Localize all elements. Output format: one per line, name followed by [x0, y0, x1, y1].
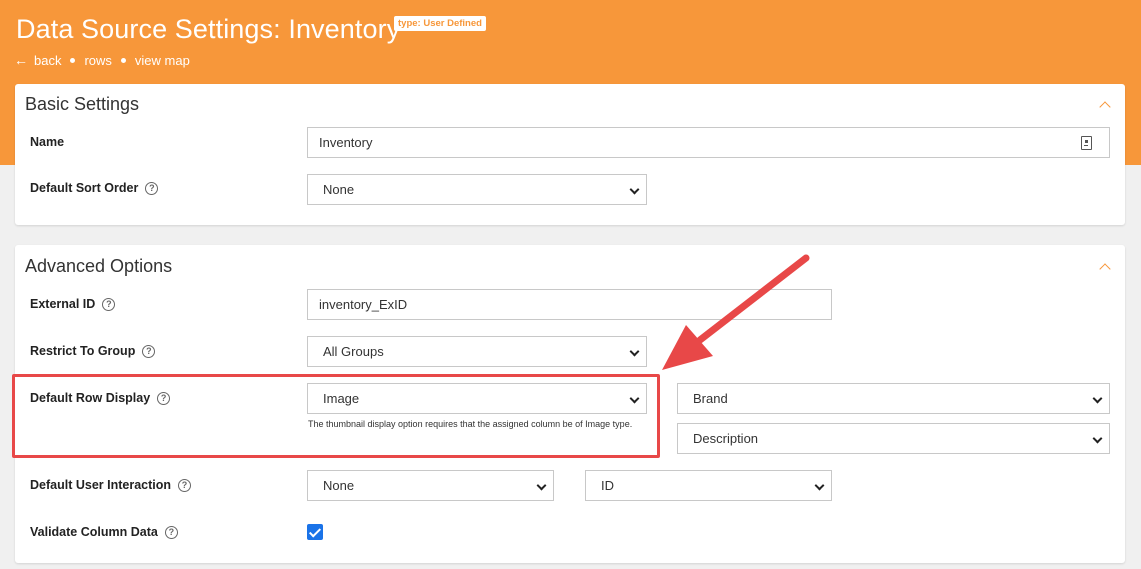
- annotation-arrow: [662, 254, 810, 370]
- annotation-arrow-shaft: [696, 254, 810, 344]
